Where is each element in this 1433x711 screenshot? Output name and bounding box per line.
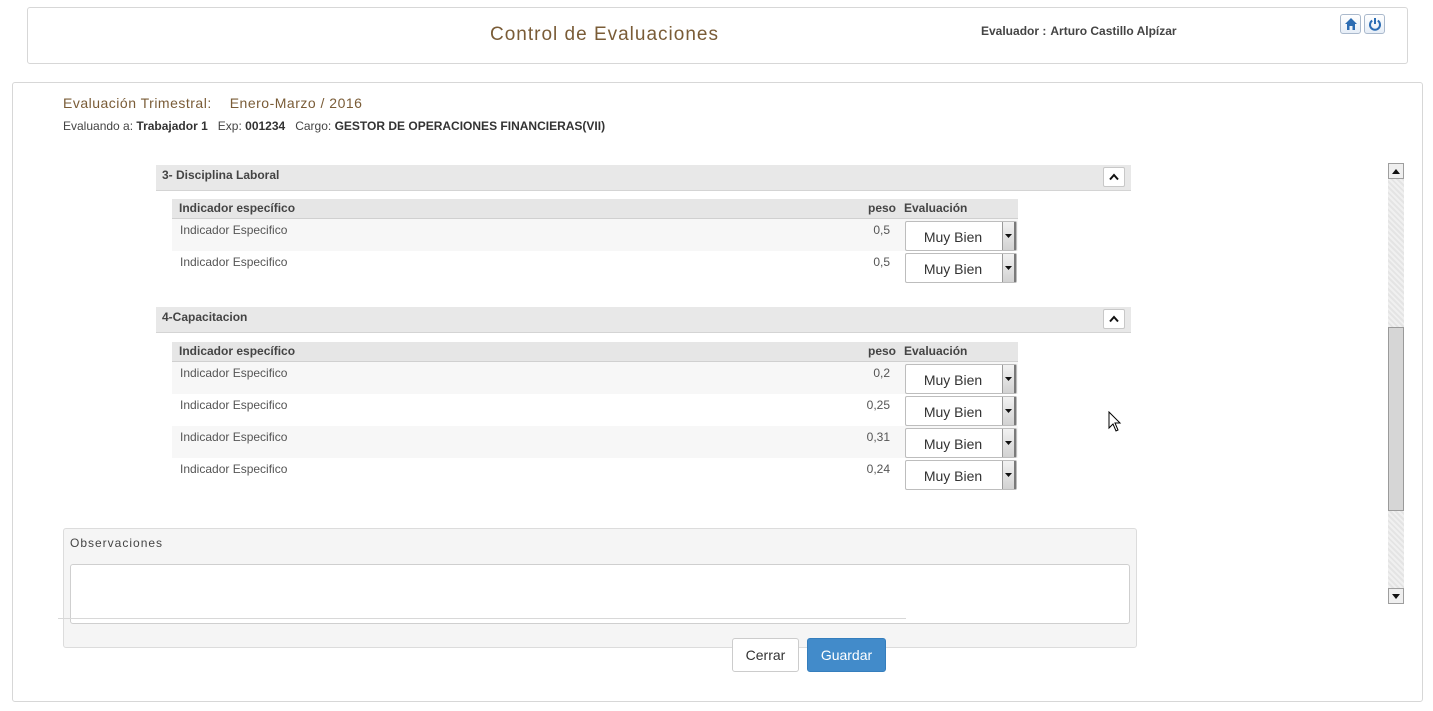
evaluation-select[interactable]: Muy Bien — [905, 253, 1017, 283]
caret-down-icon — [1005, 409, 1012, 413]
scroll-up-button[interactable] — [1388, 163, 1404, 179]
indicator-peso: 0,5 — [873, 255, 890, 269]
period-value: Enero-Marzo / 2016 — [229, 95, 363, 111]
scroll-down-button[interactable] — [1388, 588, 1404, 604]
collapse-button[interactable] — [1103, 167, 1125, 187]
cargo-value: GESTOR DE OPERACIONES FINANCIERAS(VII) — [334, 119, 606, 133]
logout-button[interactable] — [1364, 14, 1385, 34]
indicator-peso: 0,31 — [866, 430, 890, 444]
evaluation-select[interactable]: Muy Bien — [905, 396, 1017, 426]
caret-down-icon — [1005, 441, 1012, 445]
col-evaluacion: Evaluación — [904, 344, 968, 358]
observations-textarea[interactable] — [70, 564, 1130, 624]
close-button[interactable]: Cerrar — [732, 638, 799, 672]
caret-down-icon — [1005, 234, 1012, 238]
indicator-peso: 0,5 — [873, 223, 890, 237]
evaluation-select-value: Muy Bien — [923, 261, 983, 277]
evaluee-info: Evaluando a: Trabajador 1 Exp: 001234 Ca… — [63, 119, 605, 133]
indicator-table-header: Indicador específico peso Evaluación — [172, 199, 1018, 219]
indicator-peso: 0,24 — [866, 462, 890, 476]
table-row: Indicador Especifico 0,2 Muy Bien — [172, 362, 1018, 394]
table-row: Indicador Especifico 0,25 Muy Bien — [172, 394, 1018, 426]
section-title: 3- Disciplina Laboral — [162, 168, 280, 182]
evaluation-select-value: Muy Bien — [923, 229, 983, 245]
indicator-peso: 0,25 — [866, 398, 890, 412]
indicator-name: Indicador Especifico — [180, 462, 288, 476]
col-evaluacion: Evaluación — [904, 201, 968, 215]
chevron-up-icon — [1109, 315, 1119, 323]
evaluation-select[interactable]: Muy Bien — [905, 221, 1017, 251]
caret-down-icon — [1005, 473, 1012, 477]
evaluee-label: Evaluando a: — [63, 119, 134, 133]
col-peso: peso — [868, 344, 897, 358]
evaluation-select-value: Muy Bien — [923, 404, 983, 420]
period-label: Evaluación Trimestral: — [63, 95, 212, 111]
caret-down-icon — [1005, 377, 1012, 381]
col-indicator: Indicador específico — [179, 201, 296, 215]
indicator-table-disciplina: Indicador específico peso Evaluación Ind… — [172, 199, 1018, 283]
dropdown-arrow[interactable] — [1002, 254, 1016, 282]
evaluee-name: Trabajador 1 — [136, 119, 208, 133]
section-title: 4-Capacitacion — [162, 310, 248, 324]
col-indicator: Indicador específico — [179, 344, 296, 358]
indicator-name: Indicador Especifico — [180, 430, 288, 444]
cargo-label: Cargo: — [295, 119, 332, 133]
chevron-up-icon — [1109, 173, 1119, 181]
indicator-name: Indicador Especifico — [180, 223, 288, 237]
observations-label: Observaciones — [70, 536, 164, 550]
footer-divider — [58, 618, 906, 619]
app-header: Control de Evaluaciones Evaluador : Artur… — [27, 7, 1408, 64]
indicator-name: Indicador Especifico — [180, 366, 288, 380]
caret-down-icon — [1005, 266, 1012, 270]
table-row: Indicador Especifico 0,5 Muy Bien — [172, 219, 1018, 251]
table-row: Indicador Especifico 0,31 Muy Bien — [172, 426, 1018, 458]
indicator-table-header: Indicador específico peso Evaluación — [172, 342, 1018, 362]
dropdown-arrow[interactable] — [1002, 397, 1016, 425]
indicator-table-capacitacion: Indicador específico peso Evaluación Ind… — [172, 342, 1018, 490]
table-row: Indicador Especifico 0,5 Muy Bien — [172, 251, 1018, 283]
evaluation-select-value: Muy Bien — [923, 436, 983, 452]
indicator-name: Indicador Especifico — [180, 255, 288, 269]
evaluator-info: Evaluador : Arturo Castillo Alpízar — [981, 24, 1177, 38]
section-header-disciplina: 3- Disciplina Laboral — [156, 165, 1131, 191]
evaluator-label: Evaluador : — [981, 24, 1047, 38]
indicator-name: Indicador Especifico — [180, 398, 288, 412]
scrollbar-thumb[interactable] — [1388, 327, 1404, 511]
vertical-scrollbar[interactable] — [1388, 163, 1404, 604]
evaluation-select[interactable]: Muy Bien — [905, 460, 1017, 490]
evaluator-name: Arturo Castillo Alpízar — [1050, 24, 1177, 38]
arrow-up-icon — [1392, 169, 1400, 174]
app-title: Control de Evaluaciones — [490, 24, 719, 45]
table-row: Indicador Especifico 0,24 Muy Bien — [172, 458, 1018, 490]
exp-label: Exp: — [217, 119, 242, 133]
arrow-down-icon — [1392, 594, 1400, 599]
dropdown-arrow[interactable] — [1002, 365, 1016, 393]
indicator-peso: 0,2 — [873, 366, 890, 380]
exp-value: 001234 — [245, 119, 286, 133]
evaluation-select-value: Muy Bien — [923, 372, 983, 388]
evaluation-panel: Evaluación Trimestral: Enero-Marzo / 2016… — [12, 82, 1423, 702]
mouse-cursor-icon — [1108, 411, 1122, 432]
dropdown-arrow[interactable] — [1002, 461, 1016, 489]
evaluation-period: Evaluación Trimestral: Enero-Marzo / 2016 — [63, 95, 362, 111]
evaluation-select-value: Muy Bien — [923, 468, 983, 484]
power-icon — [1369, 18, 1381, 31]
evaluation-select[interactable]: Muy Bien — [905, 364, 1017, 394]
col-peso: peso — [868, 201, 897, 215]
save-button[interactable]: Guardar — [807, 638, 886, 672]
dropdown-arrow[interactable] — [1002, 429, 1016, 457]
home-button[interactable] — [1340, 14, 1361, 34]
observations-panel: Observaciones — [63, 528, 1137, 648]
section-header-capacitacion: 4-Capacitacion — [156, 307, 1131, 333]
home-icon — [1345, 18, 1357, 30]
dropdown-arrow[interactable] — [1002, 222, 1016, 250]
evaluation-select[interactable]: Muy Bien — [905, 428, 1017, 458]
collapse-button[interactable] — [1103, 309, 1125, 329]
